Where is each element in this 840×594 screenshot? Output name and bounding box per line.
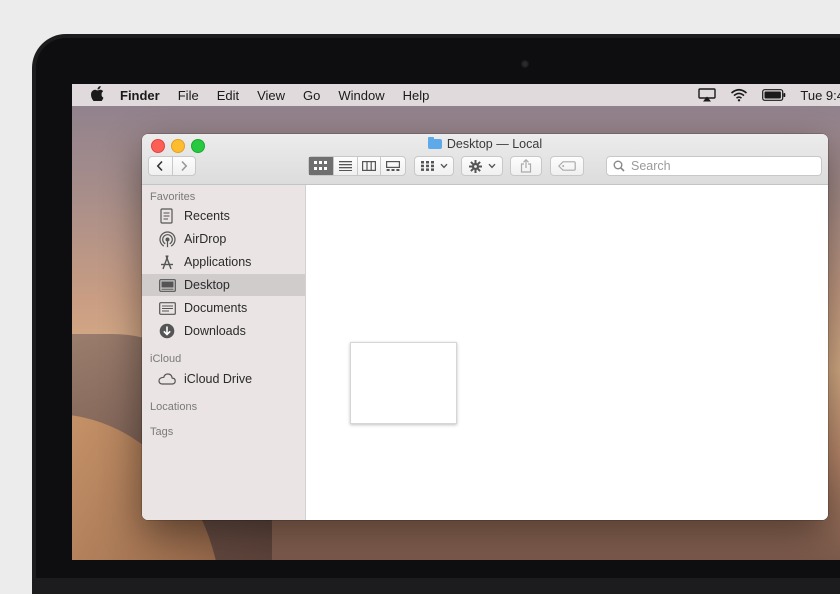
chevron-down-icon bbox=[439, 163, 448, 169]
menu-view[interactable]: View bbox=[257, 88, 285, 103]
sidebar-item-label: Documents bbox=[184, 301, 248, 315]
edit-tags-button[interactable] bbox=[550, 156, 584, 176]
share-icon bbox=[520, 159, 532, 173]
window-title-text: Desktop — Local bbox=[446, 137, 543, 151]
gallery-icon bbox=[386, 161, 401, 171]
folder-icon bbox=[427, 137, 442, 149]
back-button[interactable] bbox=[149, 157, 173, 175]
battery-icon[interactable] bbox=[762, 89, 786, 101]
menu-finder[interactable]: Finder bbox=[120, 88, 160, 103]
budget-thumbnail bbox=[350, 342, 457, 424]
nav-buttons bbox=[148, 156, 196, 176]
list-icon bbox=[338, 161, 352, 171]
sidebar-item-label: Downloads bbox=[184, 324, 246, 338]
search-field[interactable]: Search bbox=[606, 156, 822, 176]
list-view-button[interactable] bbox=[334, 157, 358, 175]
airdrop-icon bbox=[156, 230, 178, 248]
search-icon bbox=[613, 160, 625, 172]
share-button[interactable] bbox=[510, 156, 542, 176]
action-button[interactable] bbox=[461, 156, 503, 176]
finder-window: Desktop — Local Search Favorites Recents… bbox=[142, 134, 828, 520]
camera-icon bbox=[521, 60, 529, 68]
search-placeholder: Search bbox=[631, 159, 671, 173]
sidebar-item-label: iCloud Drive bbox=[184, 372, 253, 386]
sidebar-header-tags[interactable]: Tags bbox=[150, 426, 173, 438]
sidebar-item-label: Applications bbox=[184, 255, 252, 269]
menu-go[interactable]: Go bbox=[303, 88, 320, 103]
cloud-icon bbox=[156, 373, 178, 385]
applications-icon bbox=[156, 254, 178, 270]
group-grid-icon bbox=[420, 161, 434, 171]
apple-menu-icon[interactable] bbox=[90, 86, 104, 104]
icon-grid-icon bbox=[314, 161, 328, 170]
menu-bar: Finder File Edit View Go Window Help Tue… bbox=[72, 84, 840, 106]
status-area: Tue 9:4 bbox=[684, 84, 840, 106]
airplay-icon[interactable] bbox=[698, 88, 717, 102]
sidebar-header-icloud: iCloud bbox=[150, 353, 182, 365]
desktop-icon bbox=[156, 278, 178, 292]
gear-icon bbox=[468, 159, 482, 173]
tag-icon bbox=[558, 161, 576, 171]
menu-file[interactable]: File bbox=[178, 88, 199, 103]
chevron-down-icon bbox=[487, 163, 496, 169]
sidebar-item-documents[interactable]: Documents bbox=[142, 297, 305, 319]
sidebar-item-label: AirDrop bbox=[184, 232, 227, 246]
menu-help[interactable]: Help bbox=[403, 88, 430, 103]
view-mode-control bbox=[308, 156, 406, 176]
window-title: Desktop — Local bbox=[142, 137, 828, 151]
menu-edit[interactable]: Edit bbox=[217, 88, 239, 103]
sidebar-item-label: Recents bbox=[184, 209, 230, 223]
sidebar-item-recents[interactable]: Recents bbox=[142, 205, 305, 227]
icon-view-button[interactable] bbox=[309, 157, 334, 175]
sidebar-item-airdrop[interactable]: AirDrop bbox=[142, 228, 305, 250]
wifi-icon[interactable] bbox=[730, 88, 748, 102]
documents-icon bbox=[156, 301, 178, 315]
downloads-icon bbox=[156, 323, 178, 339]
chevron-left-icon bbox=[156, 160, 163, 172]
sidebar-item-downloads[interactable]: Downloads bbox=[142, 320, 305, 342]
gallery-view-button[interactable] bbox=[381, 157, 405, 175]
columns-icon bbox=[361, 161, 376, 171]
sidebar-header-favorites: Favorites bbox=[150, 191, 196, 203]
column-view-button[interactable] bbox=[358, 157, 382, 175]
menu-clock[interactable]: Tue 9:4 bbox=[800, 88, 840, 103]
group-by-button[interactable] bbox=[414, 156, 454, 176]
menu-window[interactable]: Window bbox=[338, 88, 384, 103]
sidebar-item-desktop[interactable]: Desktop bbox=[142, 274, 305, 296]
chevron-right-icon bbox=[181, 160, 188, 172]
sidebar-item-label: Desktop bbox=[184, 278, 230, 292]
screen: Finder File Edit View Go Window Help Tue… bbox=[72, 84, 840, 560]
recents-icon bbox=[156, 208, 178, 224]
sidebar: Favorites Recents AirDrop Applications D… bbox=[142, 185, 306, 520]
file-icon-grid bbox=[306, 185, 828, 520]
sidebar-item-icloud-drive[interactable]: iCloud Drive bbox=[142, 368, 305, 390]
title-bar: Desktop — Local Search bbox=[142, 134, 828, 185]
sidebar-header-locations[interactable]: Locations bbox=[150, 401, 197, 413]
forward-button[interactable] bbox=[173, 157, 196, 175]
sidebar-item-applications[interactable]: Applications bbox=[142, 251, 305, 273]
